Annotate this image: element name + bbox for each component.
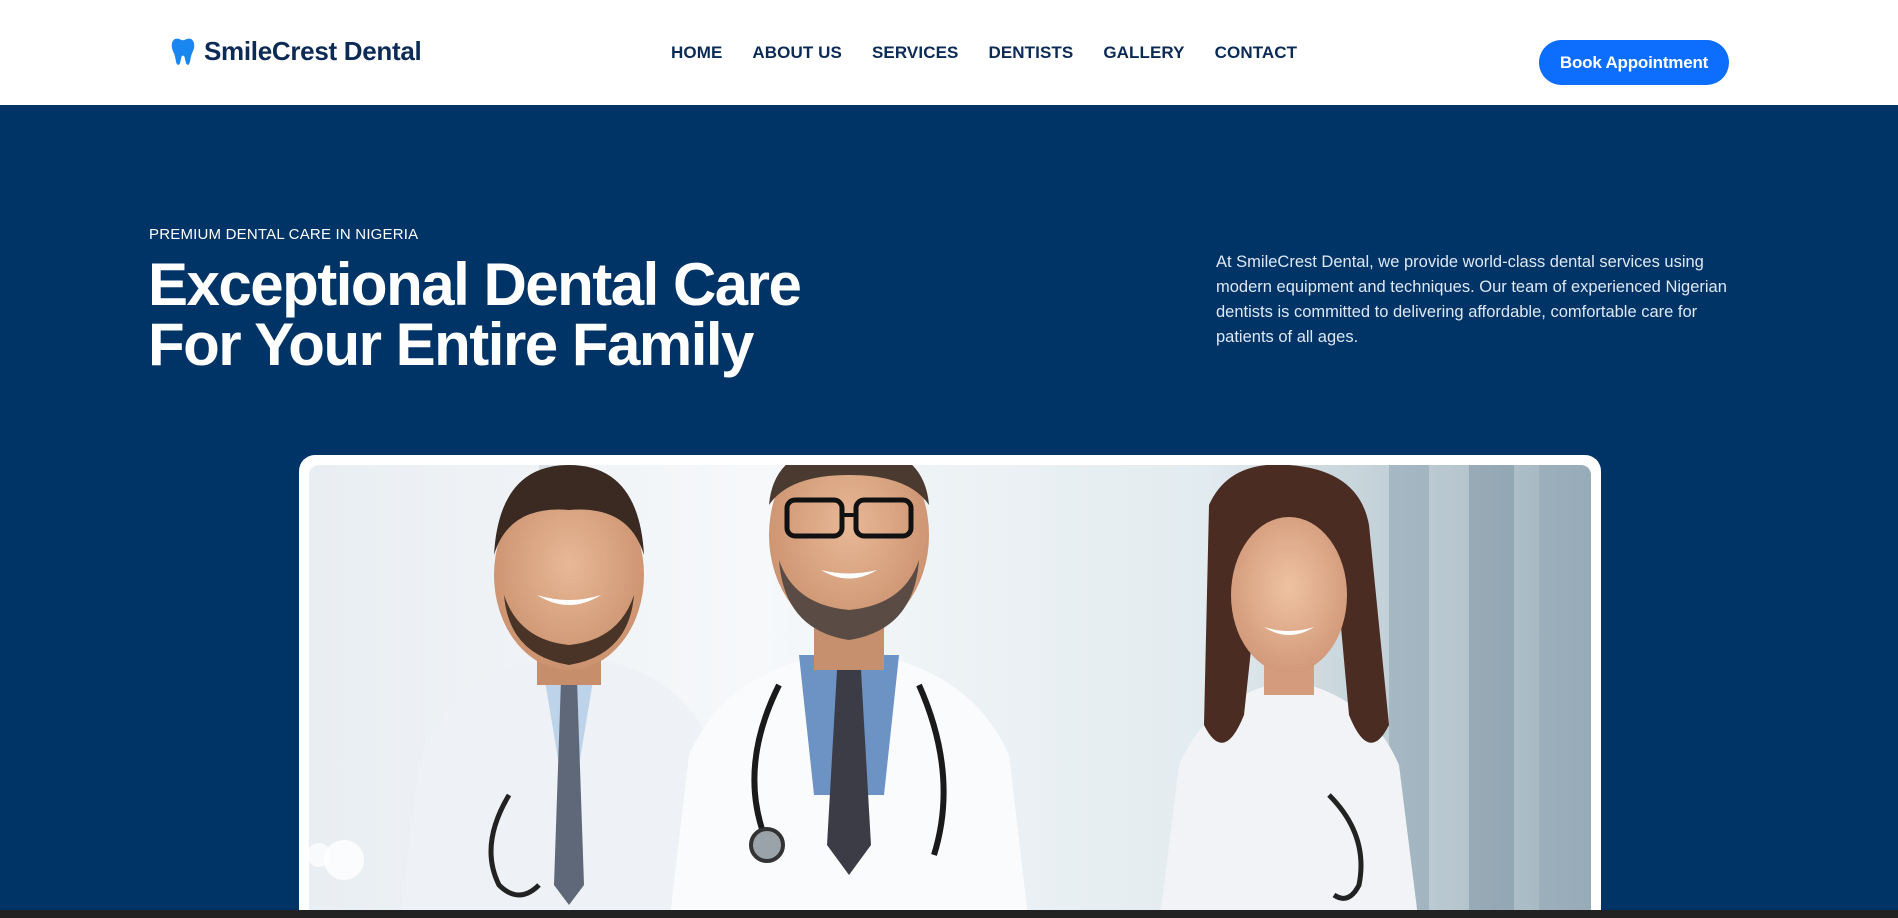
nav-home[interactable]: HOME <box>671 43 722 63</box>
nav-dentists[interactable]: DENTISTS <box>988 43 1073 63</box>
brand-logo[interactable]: SmileCrest Dental <box>170 36 422 67</box>
nav-gallery[interactable]: GALLERY <box>1103 43 1184 63</box>
book-appointment-button[interactable]: Book Appointment <box>1539 40 1729 85</box>
dentists-team-photo <box>309 465 1591 918</box>
main-nav: HOME ABOUT US SERVICES DENTISTS GALLERY … <box>671 43 1297 63</box>
nav-about-us[interactable]: ABOUT US <box>752 43 842 63</box>
brand-name: SmileCrest Dental <box>204 36 422 66</box>
nav-services[interactable]: SERVICES <box>872 43 958 63</box>
hero-headline-line2: For Your Entire Family <box>148 311 754 378</box>
hero-description: At SmileCrest Dental, we provide world-c… <box>1216 253 1727 346</box>
tooth-icon <box>171 38 195 65</box>
hero-headline-line1: Exceptional Dental Care <box>148 251 802 318</box>
nav-contact[interactable]: CONTACT <box>1215 43 1298 63</box>
hero-image-frame <box>299 455 1601 918</box>
bottom-edge-bar <box>0 910 1898 918</box>
hero-headline: Exceptional Dental Care For Your Entire … <box>148 255 908 375</box>
site-header: SmileCrest Dental HOME ABOUT US SERVICES… <box>0 0 1898 105</box>
hero-eyebrow: PREMIUM DENTAL CARE IN NIGERIA <box>149 226 419 243</box>
